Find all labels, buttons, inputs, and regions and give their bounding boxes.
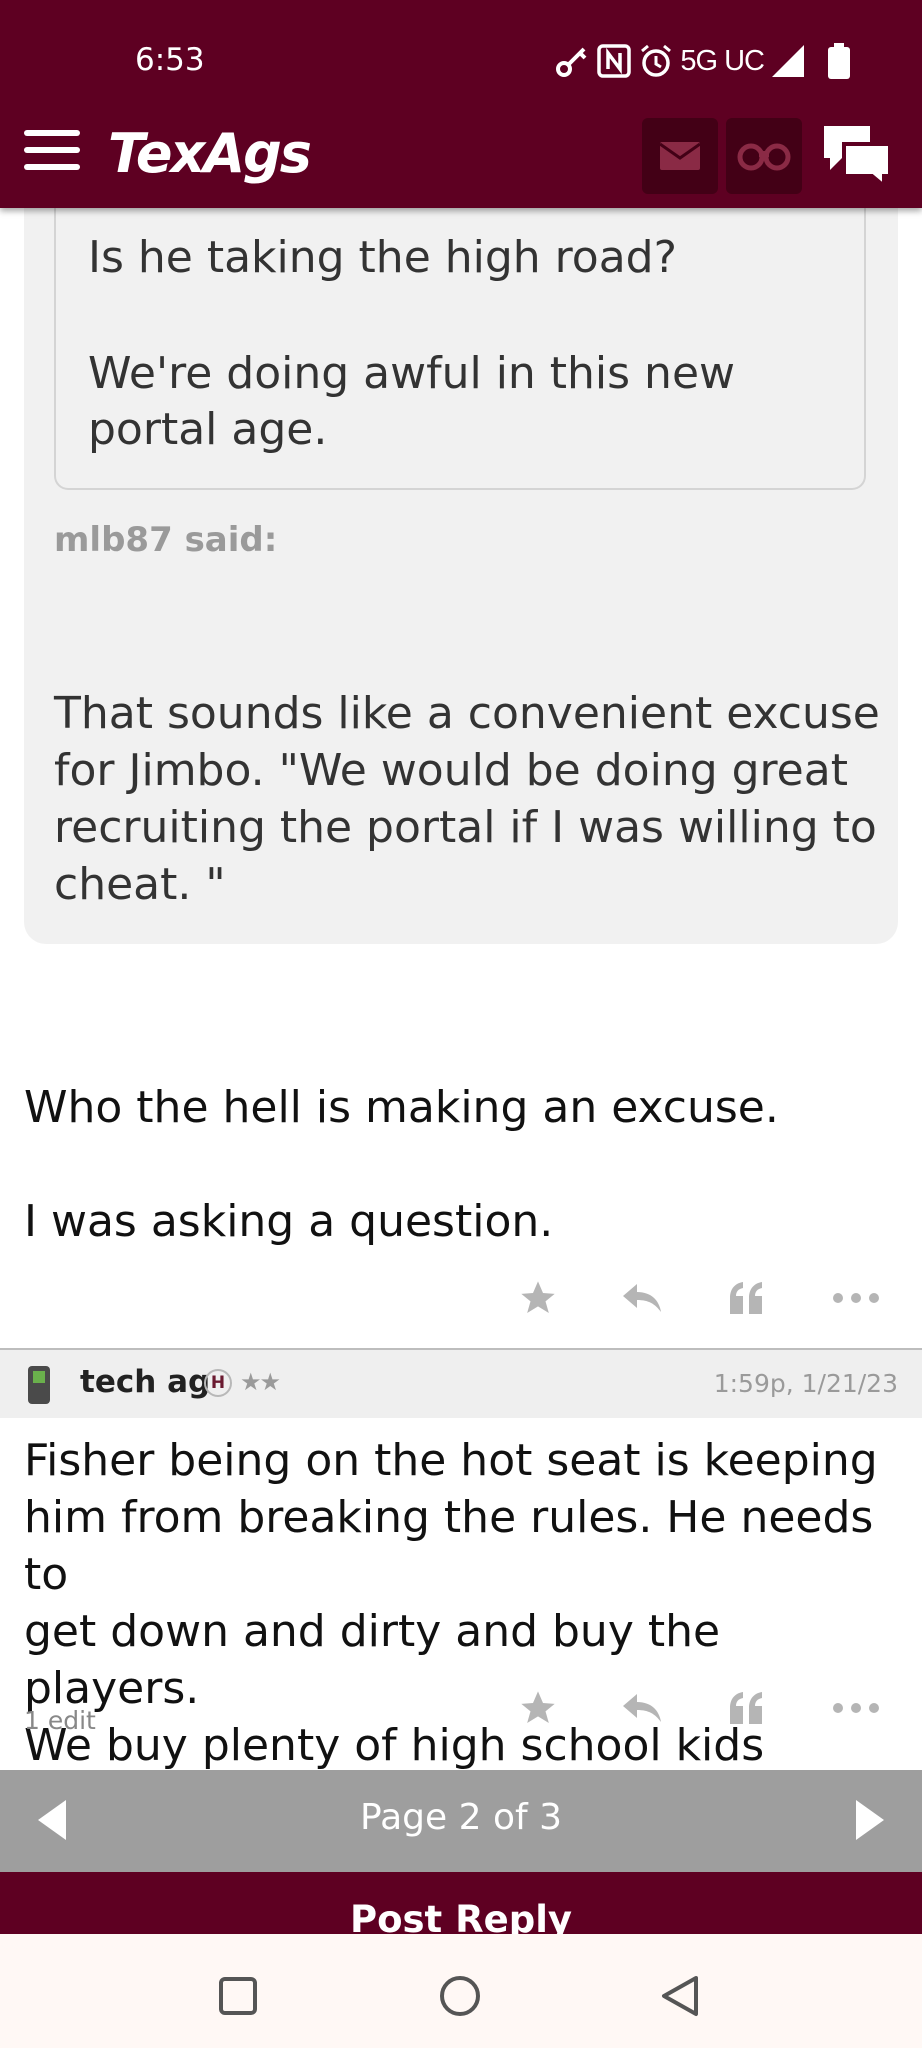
reply-button[interactable] [614, 1680, 670, 1736]
post-line: him from breaking the rules. He needs to [24, 1492, 874, 1600]
more-options-button[interactable] [828, 1680, 884, 1736]
battery-icon [828, 43, 850, 79]
alarm-icon [641, 44, 672, 77]
signal-icon [772, 45, 804, 77]
reply-button[interactable] [614, 1270, 670, 1326]
texags-logo[interactable]: TexAgs [108, 122, 312, 185]
user-badge: H [204, 1369, 232, 1397]
quote-author[interactable]: mlb87 said: [54, 520, 277, 560]
app-header: 6:53 5G UC TexAgs [0, 0, 922, 208]
nested-quote-line: We're doing awful in this new [88, 348, 736, 399]
post-timestamp[interactable]: 1:59p, 1/21/23 [714, 1369, 898, 1398]
network-type: 5G UC [680, 44, 765, 77]
more-options-button[interactable] [828, 1270, 884, 1326]
quote-icon [730, 1282, 762, 1314]
quote-line: for Jimbo. "We would be doing great [54, 745, 848, 796]
quote-icon [730, 1692, 762, 1724]
nfc-icon [597, 44, 632, 78]
page-indicator: Page 2 of 3 [360, 1797, 562, 1838]
more-dots-icon [833, 1703, 879, 1713]
quote-button[interactable] [718, 1270, 774, 1326]
post-username[interactable]: tech ag [80, 1364, 210, 1400]
status-time: 6:53 [135, 42, 205, 78]
more-dots-icon [833, 1293, 879, 1303]
mobile-phone-icon [28, 1366, 50, 1404]
hamburger-menu-icon[interactable] [24, 130, 80, 170]
nested-quote-line: Is he taking the high road? [88, 232, 677, 283]
mail-button[interactable] [642, 118, 718, 194]
edit-count[interactable]: 1 edit [24, 1706, 96, 1735]
reply-line: Who the hell is making an excuse. [24, 1082, 779, 1133]
quote-line: That sounds like a convenient excuse [54, 688, 880, 739]
key-icon [556, 47, 587, 77]
star-button[interactable] [510, 1270, 566, 1326]
binoculars-icon [737, 143, 791, 171]
chat-bubbles-icon[interactable] [820, 122, 894, 188]
system-nav-bar [0, 1934, 922, 2048]
home-circle-icon[interactable] [438, 1974, 482, 2018]
reply-line: I was asking a question. [24, 1196, 554, 1247]
reply-arrow-icon [623, 1694, 661, 1722]
watch-button[interactable] [726, 118, 802, 194]
star-button[interactable] [510, 1680, 566, 1736]
back-triangle-icon[interactable] [660, 1974, 700, 2018]
star-icon [521, 1691, 555, 1723]
quote-line: recruiting the portal if I was willing t… [54, 802, 877, 853]
user-stars: ★★ [240, 1368, 281, 1396]
mail-icon [659, 142, 701, 170]
status-icons: 5G UC [554, 38, 852, 84]
quote-line: cheat. " [54, 859, 226, 910]
quote-button[interactable] [718, 1680, 774, 1736]
nested-quote-line: portal age. [88, 404, 328, 455]
post-line: Fisher being on the hot seat is keeping [24, 1435, 878, 1486]
reply-arrow-icon [623, 1284, 661, 1312]
next-page-icon[interactable] [854, 1798, 886, 1842]
star-icon [521, 1281, 555, 1313]
recents-square-icon[interactable] [218, 1976, 258, 2016]
